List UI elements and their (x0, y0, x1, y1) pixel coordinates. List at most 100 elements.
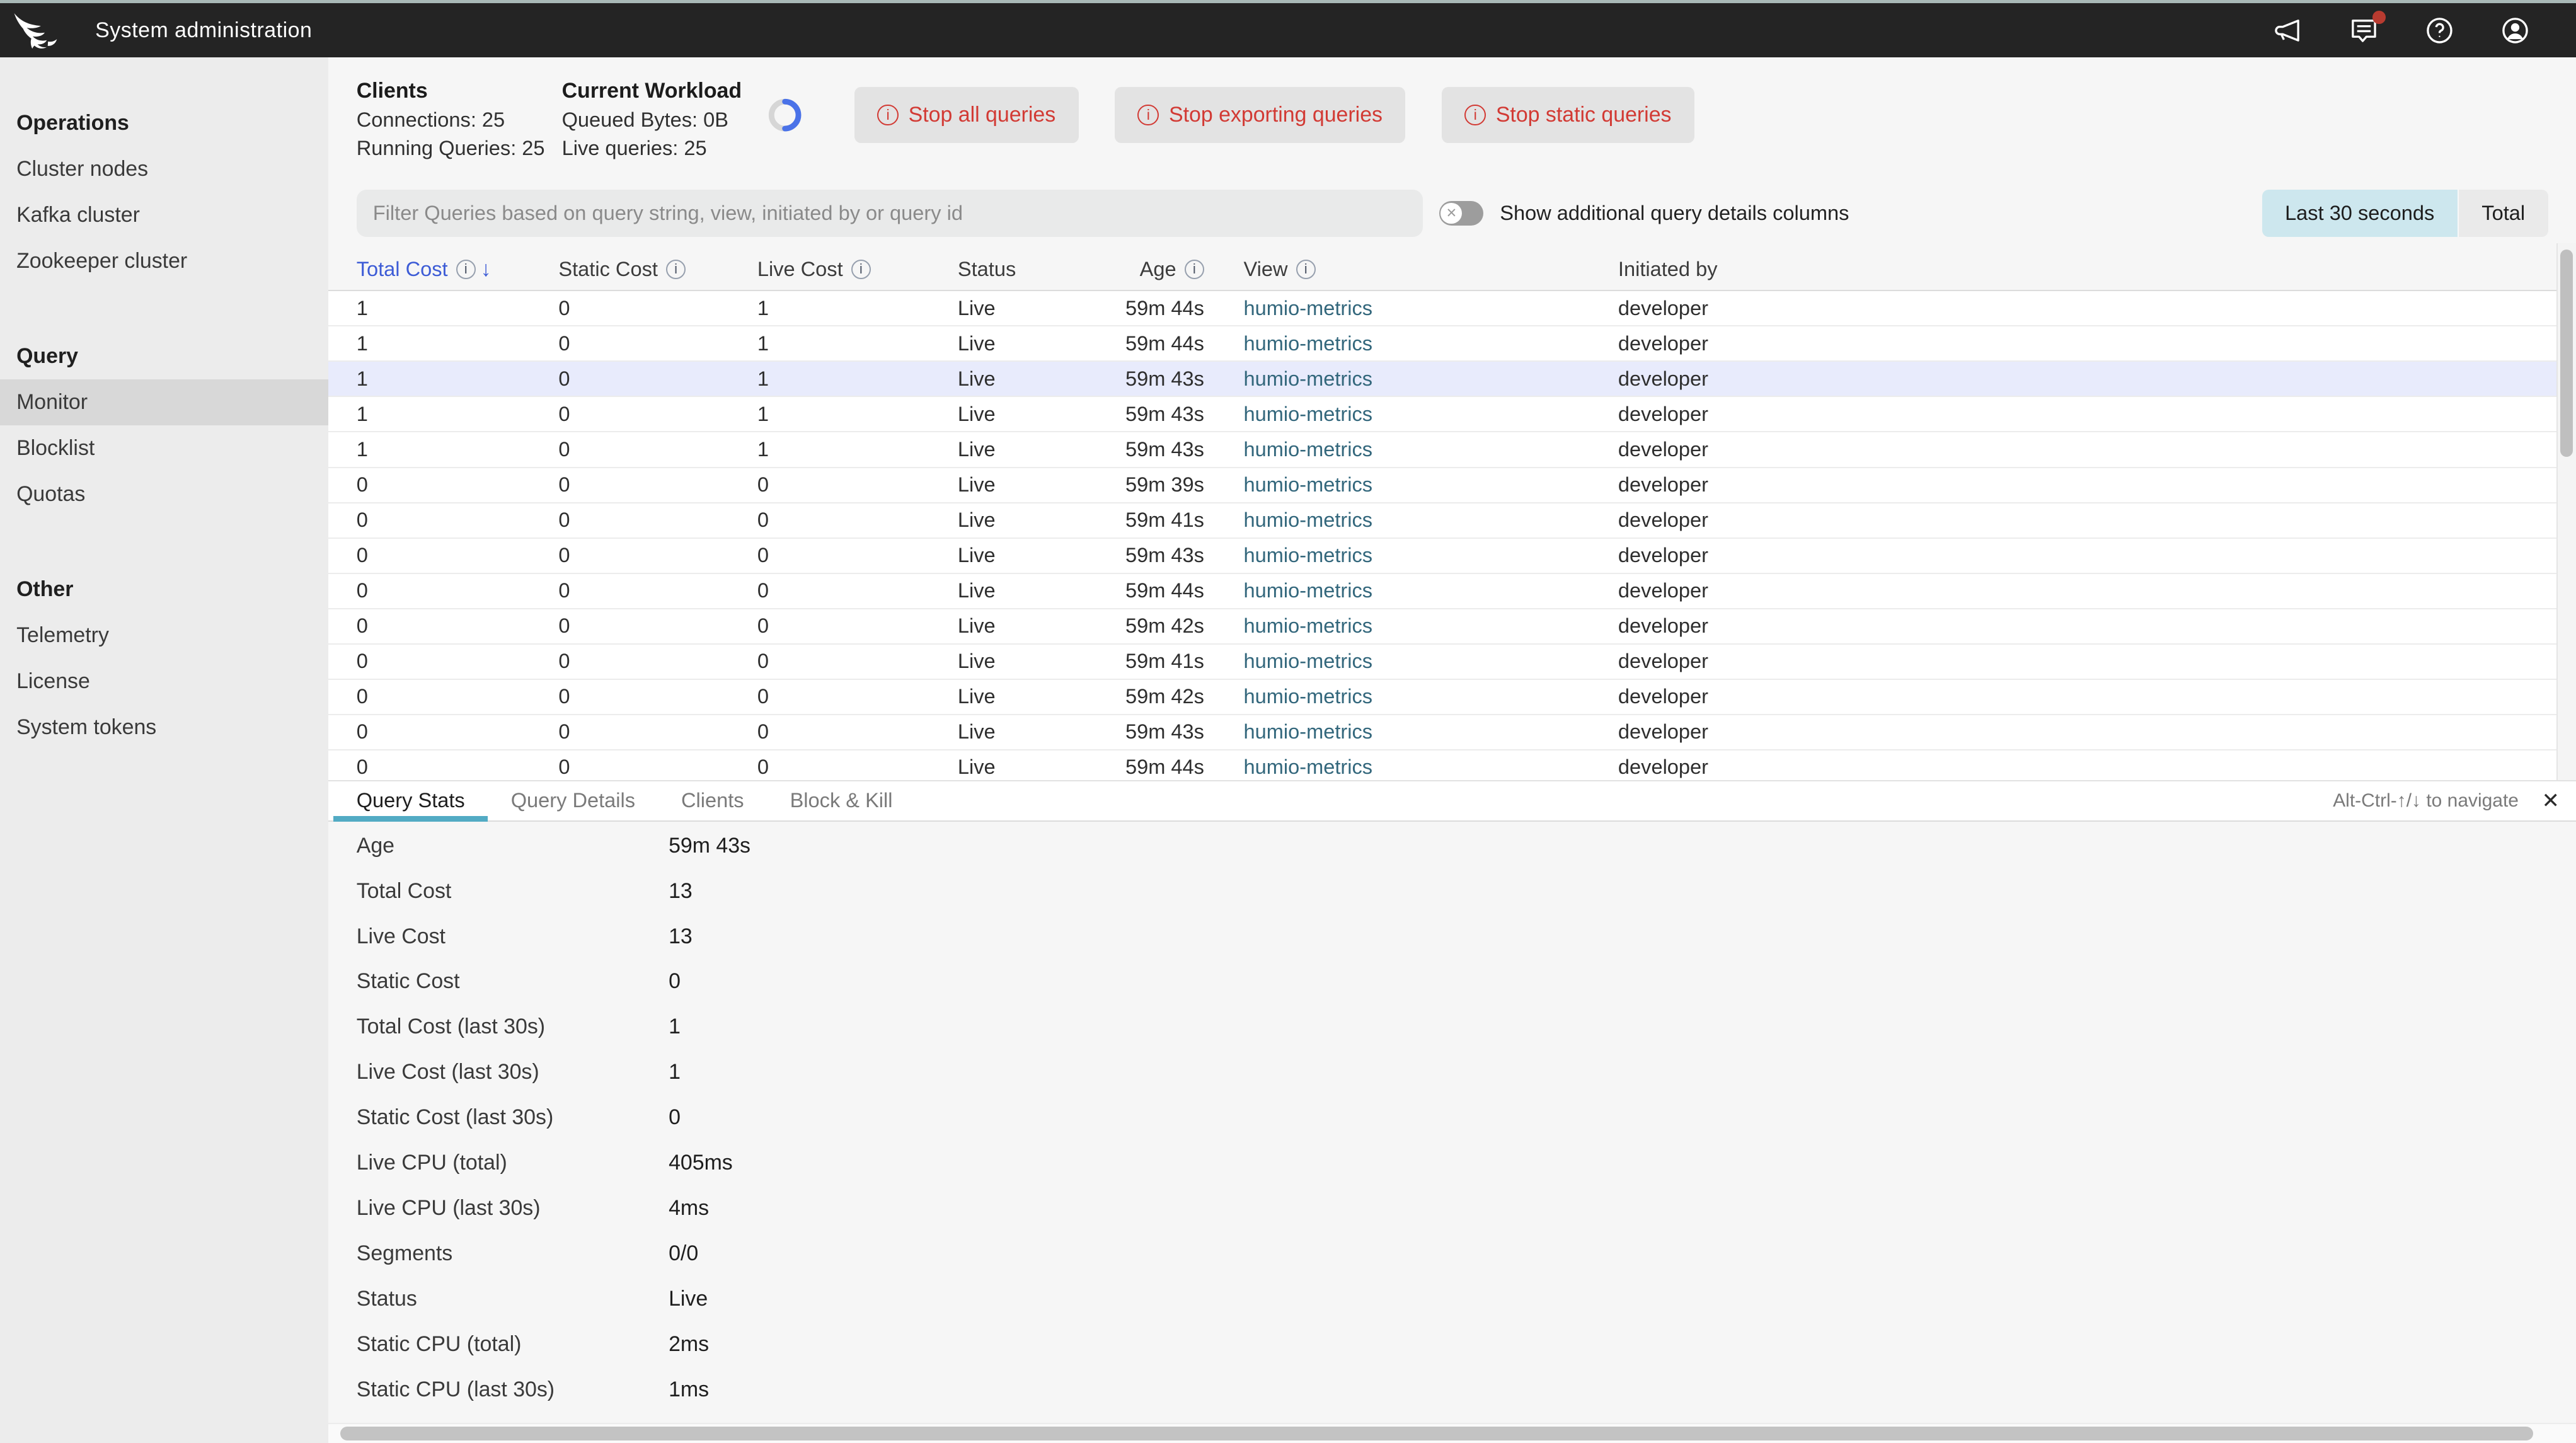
info-icon[interactable] (1296, 260, 1316, 279)
view-link[interactable]: humio-metrics (1244, 685, 1373, 708)
stat-label: Live CPU (last 30s) (357, 1196, 669, 1221)
column-header-initiated-by[interactable]: Initiated by (1618, 258, 2556, 281)
stop-all-queries-button[interactable]: Stop all queries (854, 87, 1079, 143)
unread-badge (2372, 11, 2386, 24)
loading-spinner-icon (767, 97, 803, 133)
stat-value: 13 (669, 879, 693, 904)
view-link[interactable]: humio-metrics (1244, 297, 1373, 320)
column-header-total-cost[interactable]: Total Cost (357, 257, 559, 282)
messages-icon[interactable] (2349, 16, 2379, 45)
details-tab[interactable]: Block & Kill (767, 781, 916, 820)
sidebar-item[interactable]: System tokens (0, 704, 328, 750)
query-table-row[interactable]: 1 0 1 Live 59m 43s humio-metrics develop… (328, 362, 2556, 397)
column-header-status[interactable]: Status (958, 258, 1084, 281)
sidebar: Operations Cluster nodesKafka clusterZoo… (0, 57, 328, 1443)
info-icon[interactable] (456, 260, 476, 279)
cell-age: 59m 44s (1084, 297, 1244, 320)
stat-row: Live Cost (last 30s) 1 (328, 1050, 2576, 1095)
view-link[interactable]: humio-metrics (1244, 544, 1373, 567)
query-table-row[interactable]: 0 0 0 Live 59m 44s humio-metrics develop… (328, 574, 2556, 609)
sidebar-item[interactable]: License (0, 658, 328, 704)
sidebar-item[interactable]: Kafka cluster (0, 192, 328, 238)
view-link[interactable]: humio-metrics (1244, 579, 1373, 602)
view-link[interactable]: humio-metrics (1244, 367, 1373, 391)
table-vertical-scrollbar[interactable] (2556, 243, 2576, 781)
announcements-icon[interactable] (2274, 16, 2303, 45)
view-link[interactable]: humio-metrics (1244, 403, 1373, 426)
sidebar-item[interactable]: Zookeeper cluster (0, 238, 328, 284)
sidebar-item[interactable]: Telemetry (0, 612, 328, 658)
view-link[interactable]: humio-metrics (1244, 509, 1373, 532)
info-icon[interactable] (851, 260, 871, 279)
details-tab[interactable]: Query Details (488, 781, 658, 820)
cell-status: Live (958, 473, 1084, 497)
cell-age: 59m 43s (1084, 544, 1244, 567)
cell-status: Live (958, 544, 1084, 567)
horizontal-scrollbar[interactable] (328, 1423, 2576, 1443)
cell-initiated-by: developer (1618, 403, 2556, 426)
info-icon (1464, 105, 1486, 126)
view-link[interactable]: humio-metrics (1244, 332, 1373, 355)
query-table-row[interactable]: 0 0 0 Live 59m 43s humio-metrics develop… (328, 715, 2556, 750)
stop-exporting-queries-button[interactable]: Stop exporting queries (1115, 87, 1405, 143)
stop-actions: Stop all queries Stop exporting queries … (854, 87, 1731, 143)
view-link[interactable]: humio-metrics (1244, 720, 1373, 744)
cell-live-cost: 1 (757, 438, 958, 461)
query-table-row[interactable]: 0 0 0 Live 59m 41s humio-metrics develop… (328, 645, 2556, 680)
view-link[interactable]: humio-metrics (1244, 756, 1373, 779)
info-icon[interactable] (666, 260, 686, 279)
sidebar-item[interactable]: Quotas (0, 471, 328, 517)
view-link[interactable]: humio-metrics (1244, 614, 1373, 638)
close-panel-icon[interactable] (2541, 788, 2559, 813)
info-icon (877, 105, 899, 126)
column-header-static-cost[interactable]: Static Cost (558, 258, 757, 281)
details-tab[interactable]: Query Stats (333, 781, 488, 820)
query-table-row[interactable]: 1 0 1 Live 59m 44s humio-metrics develop… (328, 291, 2556, 326)
vertical-scrollbar-thumb[interactable] (2560, 250, 2573, 456)
details-tab[interactable]: Clients (658, 781, 768, 820)
cell-static-cost: 0 (558, 544, 757, 567)
cell-status: Live (958, 685, 1084, 708)
query-table-row[interactable]: 0 0 0 Live 59m 41s humio-metrics develop… (328, 503, 2556, 539)
help-icon[interactable] (2425, 16, 2454, 45)
view-link[interactable]: humio-metrics (1244, 473, 1373, 497)
view-link[interactable]: humio-metrics (1244, 438, 1373, 461)
cell-live-cost: 0 (757, 720, 958, 744)
stat-label: Total Cost (357, 879, 669, 904)
query-table-row[interactable]: 1 0 1 Live 59m 43s humio-metrics develop… (328, 397, 2556, 432)
query-table-row[interactable]: 0 0 0 Live 59m 39s humio-metrics develop… (328, 468, 2556, 503)
cell-initiated-by: developer (1618, 297, 2556, 320)
horizontal-scrollbar-thumb[interactable] (340, 1427, 2533, 1440)
stat-label: Live Cost (357, 924, 669, 949)
stat-label: Static CPU (total) (357, 1332, 669, 1357)
range-last-30-seconds-button[interactable]: Last 30 seconds (2262, 190, 2458, 238)
query-table-row[interactable]: 0 0 0 Live 59m 42s humio-metrics develop… (328, 680, 2556, 715)
stat-value: 13 (669, 924, 693, 949)
stop-static-queries-button[interactable]: Stop static queries (1442, 87, 1694, 143)
view-link[interactable]: humio-metrics (1244, 650, 1373, 673)
query-table-row[interactable]: 0 0 0 Live 59m 43s humio-metrics develop… (328, 539, 2556, 574)
column-header-age[interactable]: Age (1084, 258, 1244, 281)
sidebar-section-query: Query MonitorBlocklistQuotas (0, 333, 328, 517)
sidebar-header-query: Query (0, 333, 328, 379)
account-icon[interactable] (2500, 16, 2530, 45)
column-header-live-cost[interactable]: Live Cost (757, 258, 958, 281)
range-total-button[interactable]: Total (2458, 190, 2548, 238)
cell-live-cost: 0 (757, 685, 958, 708)
info-icon[interactable] (1185, 260, 1204, 279)
cell-status: Live (958, 650, 1084, 673)
query-table-row[interactable]: 0 0 0 Live 59m 42s humio-metrics develop… (328, 609, 2556, 645)
query-table-row[interactable]: 1 0 1 Live 59m 44s humio-metrics develop… (328, 326, 2556, 362)
sidebar-item[interactable]: Monitor (0, 379, 328, 425)
stat-label: Static CPU (last 30s) (357, 1377, 669, 1402)
query-filter-input[interactable] (357, 190, 1423, 238)
query-table-row[interactable]: 1 0 1 Live 59m 43s humio-metrics develop… (328, 432, 2556, 468)
topbar: System administration (0, 3, 2576, 57)
sidebar-item[interactable]: Blocklist (0, 425, 328, 471)
stat-row: Total Cost 13 (328, 868, 2576, 914)
clients-title: Clients (357, 79, 562, 103)
column-header-view[interactable]: View (1244, 258, 1618, 281)
additional-columns-toggle[interactable] (1439, 201, 1483, 226)
cell-status: Live (958, 438, 1084, 461)
sidebar-item[interactable]: Cluster nodes (0, 146, 328, 192)
